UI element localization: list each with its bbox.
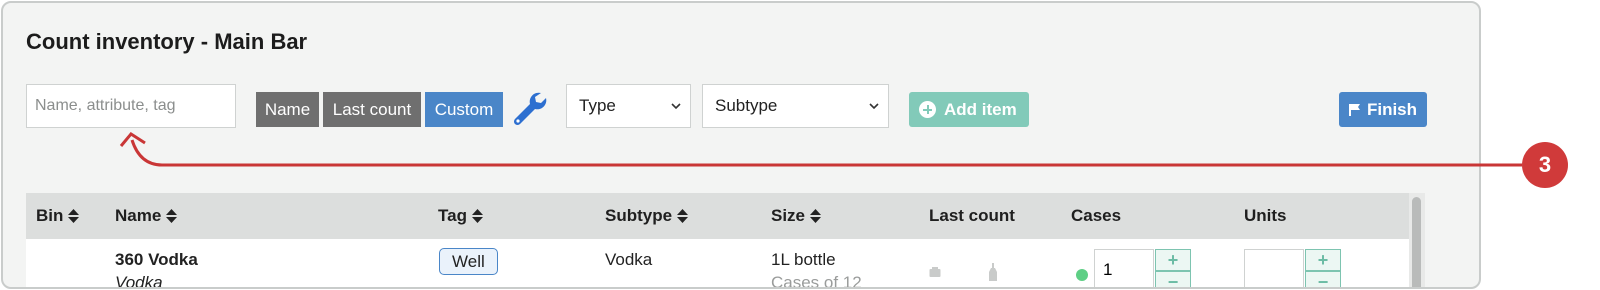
column-header-size[interactable]: Size [771,193,822,239]
cases-input[interactable]: 1 [1094,249,1154,287]
column-header-cases: Cases [1071,206,1122,225]
add-item-label: Add item [944,99,1017,119]
units-increment-button[interactable]: + [1305,249,1341,271]
column-header-name[interactable]: Name [115,193,178,239]
sort-icon [166,209,178,223]
table-header: Bin Name Tag Subtype Size Last count Cas… [26,193,1409,239]
sort-custom-button[interactable]: Custom [425,92,503,127]
table-row: 360 Vodka Vodka Well Vodka 1L bottle Cas… [26,239,1409,289]
units-input[interactable] [1244,249,1304,287]
bottle-icon [989,263,997,281]
subtype-select[interactable]: Subtype [702,84,889,128]
flag-icon [1348,104,1360,116]
sort-icon [677,209,689,223]
subtype-select-label: Subtype [715,96,778,115]
column-header-units: Units [1244,206,1287,225]
item-subtype: Vodka [605,250,653,269]
count-inventory-panel: Count inventory - Main Bar Name Last cou… [1,1,1481,289]
scrollbar-thumb[interactable] [1412,197,1421,287]
cases-decrement-button[interactable]: − [1155,271,1191,287]
type-select-label: Type [579,96,616,115]
table-scrollbar[interactable] [1409,193,1425,287]
page-title: Count inventory - Main Bar [26,29,308,54]
status-dot [1076,269,1088,281]
item-name[interactable]: 360 Vodka [115,250,198,270]
finish-label: Finish [1366,99,1418,119]
type-select[interactable]: Type [566,84,691,128]
column-header-bin[interactable]: Bin [36,193,80,239]
chevron-down-icon [671,103,681,110]
finish-button[interactable]: Finish [1339,92,1427,127]
sort-icon [810,209,822,223]
item-name-subtitle: Vodka [115,273,163,289]
search-input[interactable] [26,84,236,128]
case-icon [929,267,941,277]
plus-circle-icon [919,101,936,118]
column-header-subtype[interactable]: Subtype [605,193,689,239]
column-header-last-count: Last count [929,206,1015,225]
chevron-down-icon [869,103,879,110]
tag-badge[interactable]: Well [439,248,498,275]
item-size: 1L bottle [771,250,836,269]
column-label: Bin [36,206,64,225]
column-label: Tag [438,206,467,225]
cases-increment-button[interactable]: + [1155,249,1191,271]
sort-icon [471,209,483,223]
column-label: Subtype [605,206,673,225]
sort-last-count-button[interactable]: Last count [323,92,421,127]
item-size-subtitle: Cases of 12 [771,273,862,289]
column-header-tag[interactable]: Tag [438,193,483,239]
wrench-icon[interactable] [510,89,550,129]
annotation-number-badge: 3 [1522,142,1568,188]
column-label: Name [115,206,162,225]
column-label: Size [771,206,806,225]
units-decrement-button[interactable]: − [1305,271,1341,287]
sort-icon [68,209,80,223]
add-item-button[interactable]: Add item [909,92,1029,127]
sort-name-button[interactable]: Name [256,92,319,127]
